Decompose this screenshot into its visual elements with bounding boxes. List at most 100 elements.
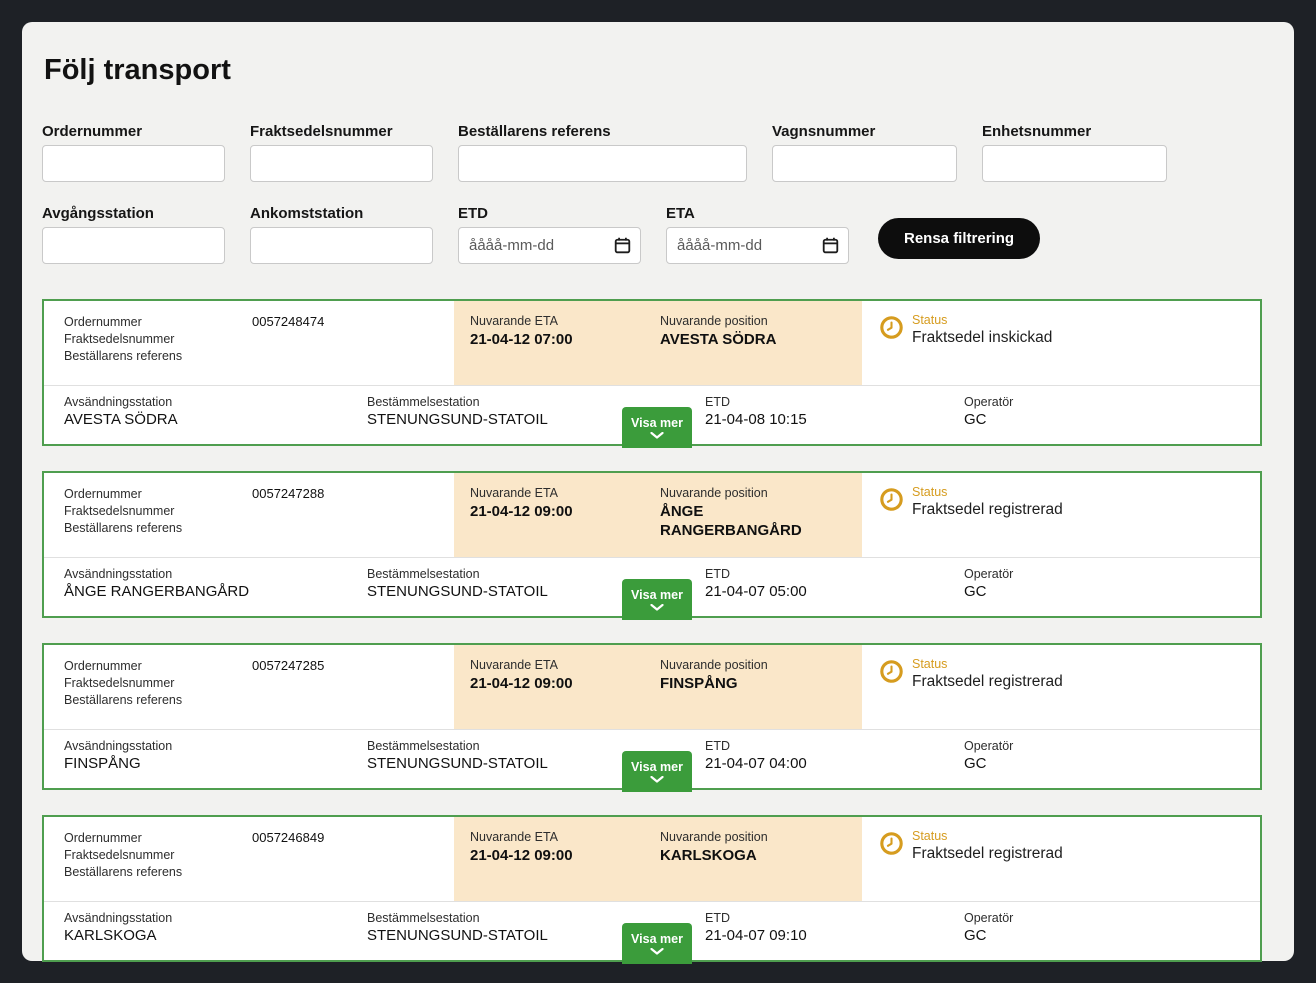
clear-filters-button[interactable]: Rensa filtrering	[878, 218, 1040, 259]
avsandningsstation-block: Avsändningsstation ÅNGE RANGERBANGÅRD	[64, 558, 367, 616]
transport-card-list: Ordernummer Fraktsedelsnummer Beställare…	[42, 299, 1262, 962]
visa-mer-button[interactable]: Visa mer	[622, 751, 692, 792]
transport-card: Ordernummer Fraktsedelsnummer Beställare…	[42, 471, 1262, 618]
card-top-row: Ordernummer Fraktsedelsnummer Beställare…	[44, 473, 1260, 557]
visa-mer-button[interactable]: Visa mer	[622, 579, 692, 620]
vagnsnummer-input[interactable]	[772, 145, 957, 182]
visa-mer-label: Visa mer	[631, 416, 683, 430]
nuvarande-eta-block: Nuvarande ETA 21-04-12 09:00	[470, 830, 660, 901]
avgangsstation-input[interactable]	[42, 227, 225, 264]
eta-date-field	[666, 227, 849, 264]
ordernummer-label: Ordernummer	[64, 486, 252, 503]
card-top-row: Ordernummer Fraktsedelsnummer Beställare…	[44, 301, 1260, 385]
filter-row-1: Ordernummer Fraktsedelsnummer Beställare…	[42, 123, 1262, 182]
nuvarande-eta-label: Nuvarande ETA	[470, 658, 660, 672]
etd-block: ETD 21-04-07 09:10	[705, 902, 964, 960]
clock-icon	[879, 487, 904, 557]
etd-value: 21-04-07 09:10	[705, 927, 964, 944]
etd-block: ETD 21-04-07 05:00	[705, 558, 964, 616]
nuvarande-eta-block: Nuvarande ETA 21-04-12 07:00	[470, 314, 660, 385]
card-bottom-row: Avsändningsstation KARLSKOGA Bestämmelse…	[44, 901, 1260, 960]
calendar-icon[interactable]	[822, 237, 839, 254]
eta-filter-label: ETA	[666, 205, 849, 222]
nuvarande-position-block: Nuvarande position AVESTA SÖDRA	[660, 314, 810, 385]
nuvarande-eta-block: Nuvarande ETA 21-04-12 09:00	[470, 486, 660, 557]
ordernummer-input[interactable]	[42, 145, 225, 182]
ordernummer-value: 0057247285	[252, 645, 454, 729]
fraktsedelsnummer-input[interactable]	[250, 145, 433, 182]
etd-label: ETD	[705, 395, 964, 409]
avsandningsstation-block: Avsändningsstation AVESTA SÖDRA	[64, 386, 367, 444]
etd-block: ETD 21-04-08 10:15	[705, 386, 964, 444]
eta-position-panel: Nuvarande ETA 21-04-12 07:00 Nuvarande p…	[454, 301, 862, 385]
operator-label: Operatör	[964, 911, 1013, 925]
bestammelsestation-block: Bestämmelsestation STENUNGSUND-STATOIL	[367, 730, 622, 788]
nuvarande-eta-label: Nuvarande ETA	[470, 314, 660, 328]
visa-mer-button[interactable]: Visa mer	[622, 407, 692, 448]
card-id-labels: Ordernummer Fraktsedelsnummer Beställare…	[44, 645, 252, 729]
status-block: Status Fraktsedel registrerad	[879, 645, 1063, 729]
nuvarande-position-block: Nuvarande position KARLSKOGA	[660, 830, 810, 901]
avsandningsstation-block: Avsändningsstation FINSPÅNG	[64, 730, 367, 788]
bestammelsestation-label: Bestämmelsestation	[367, 739, 622, 753]
operator-block: Operatör GC	[964, 902, 1013, 960]
status-block: Status Fraktsedel registrerad	[879, 473, 1063, 557]
avsandningsstation-label: Avsändningsstation	[64, 567, 367, 581]
avsandningsstation-value: KARLSKOGA	[64, 927, 367, 944]
card-bottom-row: Avsändningsstation ÅNGE RANGERBANGÅRD Be…	[44, 557, 1260, 616]
visa-mer-label: Visa mer	[631, 588, 683, 602]
ordernummer-value: 0057248474	[252, 301, 454, 385]
avsandningsstation-label: Avsändningsstation	[64, 739, 367, 753]
enhetsnummer-input[interactable]	[982, 145, 1167, 182]
status-value: Fraktsedel inskickad	[912, 329, 1052, 347]
bestallarens-referens-input[interactable]	[458, 145, 747, 182]
ordernummer-label: Ordernummer	[64, 830, 252, 847]
operator-block: Operatör GC	[964, 730, 1013, 788]
status-text: Status Fraktsedel inskickad	[912, 313, 1052, 385]
nuvarande-position-block: Nuvarande position ÅNGE RANGERBANGÅRD	[660, 486, 810, 557]
visa-mer-label: Visa mer	[631, 932, 683, 946]
operator-label: Operatör	[964, 395, 1013, 409]
status-block: Status Fraktsedel inskickad	[879, 301, 1052, 385]
avsandningsstation-value: ÅNGE RANGERBANGÅRD	[64, 583, 367, 600]
chevron-down-icon	[650, 604, 664, 611]
ankomststation-input[interactable]	[250, 227, 433, 264]
bestammelsestation-label: Bestämmelsestation	[367, 911, 622, 925]
enhetsnummer-filter-label: Enhetsnummer	[982, 123, 1167, 140]
nuvarande-eta-block: Nuvarande ETA 21-04-12 09:00	[470, 658, 660, 729]
ordernummer-value: 0057247288	[252, 473, 454, 557]
nuvarande-position-value: AVESTA SÖDRA	[660, 330, 810, 349]
etd-value: 21-04-08 10:15	[705, 411, 964, 428]
avsandningsstation-block: Avsändningsstation KARLSKOGA	[64, 902, 367, 960]
bestallarens-referens-filter-label: Beställarens referens	[458, 123, 747, 140]
operator-label: Operatör	[964, 567, 1013, 581]
status-label: Status	[912, 313, 1052, 327]
etd-date-field	[458, 227, 641, 264]
avsandningsstation-label: Avsändningsstation	[64, 395, 367, 409]
operator-label: Operatör	[964, 739, 1013, 753]
chevron-down-icon	[650, 776, 664, 783]
ordernummer-filter-label: Ordernummer	[42, 123, 225, 140]
transport-card: Ordernummer Fraktsedelsnummer Beställare…	[42, 815, 1262, 962]
chevron-down-icon	[650, 432, 664, 439]
visa-mer-label: Visa mer	[631, 760, 683, 774]
bestallarens-referens-label: Beställarens referens	[64, 864, 252, 881]
status-block: Status Fraktsedel registrerad	[879, 817, 1063, 901]
fraktsedelsnummer-label: Fraktsedelsnummer	[64, 331, 252, 348]
etd-filter-label: ETD	[458, 205, 641, 222]
visa-mer-button[interactable]: Visa mer	[622, 923, 692, 964]
operator-value: GC	[964, 583, 1013, 600]
ordernummer-value: 0057246849	[252, 817, 454, 901]
ordernummer-label: Ordernummer	[64, 314, 252, 331]
operator-value: GC	[964, 927, 1013, 944]
clock-icon	[879, 315, 904, 385]
nuvarande-eta-value: 21-04-12 07:00	[470, 330, 660, 349]
bestammelsestation-block: Bestämmelsestation STENUNGSUND-STATOIL	[367, 902, 622, 960]
bestallarens-referens-label: Beställarens referens	[64, 692, 252, 709]
etd-label: ETD	[705, 567, 964, 581]
status-text: Status Fraktsedel registrerad	[912, 485, 1063, 557]
vagnsnummer-filter-label: Vagnsnummer	[772, 123, 957, 140]
bestallarens-referens-label: Beställarens referens	[64, 348, 252, 365]
calendar-icon[interactable]	[614, 237, 631, 254]
page-title: Följ transport	[44, 54, 1262, 87]
